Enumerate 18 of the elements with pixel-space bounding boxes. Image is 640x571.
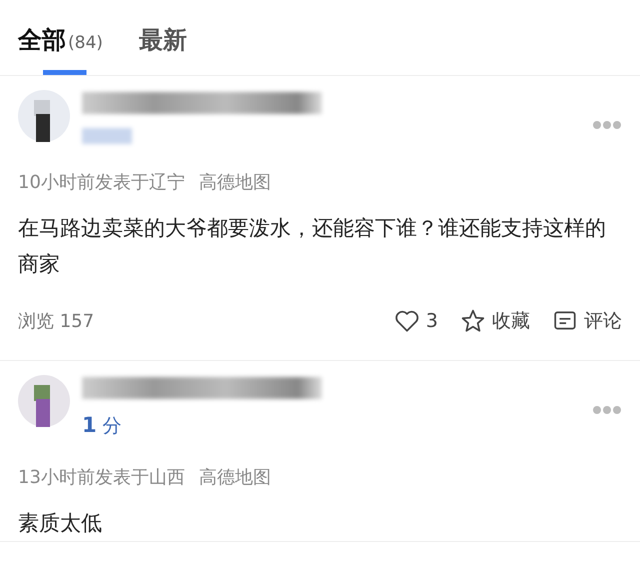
favorite-button[interactable]: 收藏 xyxy=(460,308,530,334)
view-count: 浏览 157 xyxy=(18,310,94,333)
comment-text: 在马路边卖菜的大爷都要泼水，还能容下谁？谁还能支持这样的商家 xyxy=(18,215,607,278)
tab[interactable]: 最新 xyxy=(138,24,187,75)
comment-button[interactable]: 评论 xyxy=(552,308,622,334)
comment-text: 素质太低 xyxy=(18,510,103,537)
blurred-score xyxy=(82,128,132,144)
heart-icon xyxy=(394,308,420,334)
post-meta: 10小时前发表于辽宁 xyxy=(18,171,185,194)
like-button[interactable]: 3 xyxy=(394,308,438,334)
user-score: 1 分 xyxy=(82,413,123,439)
post-meta: 13小时前发表于山西 xyxy=(18,466,185,489)
more-icon[interactable] xyxy=(592,405,622,415)
source-label: 高德地图 xyxy=(198,171,271,194)
tab[interactable]: 全部(84) xyxy=(18,24,103,75)
source-label: 高德地图 xyxy=(198,466,271,489)
star-icon xyxy=(460,308,486,334)
more-icon[interactable] xyxy=(592,120,622,130)
